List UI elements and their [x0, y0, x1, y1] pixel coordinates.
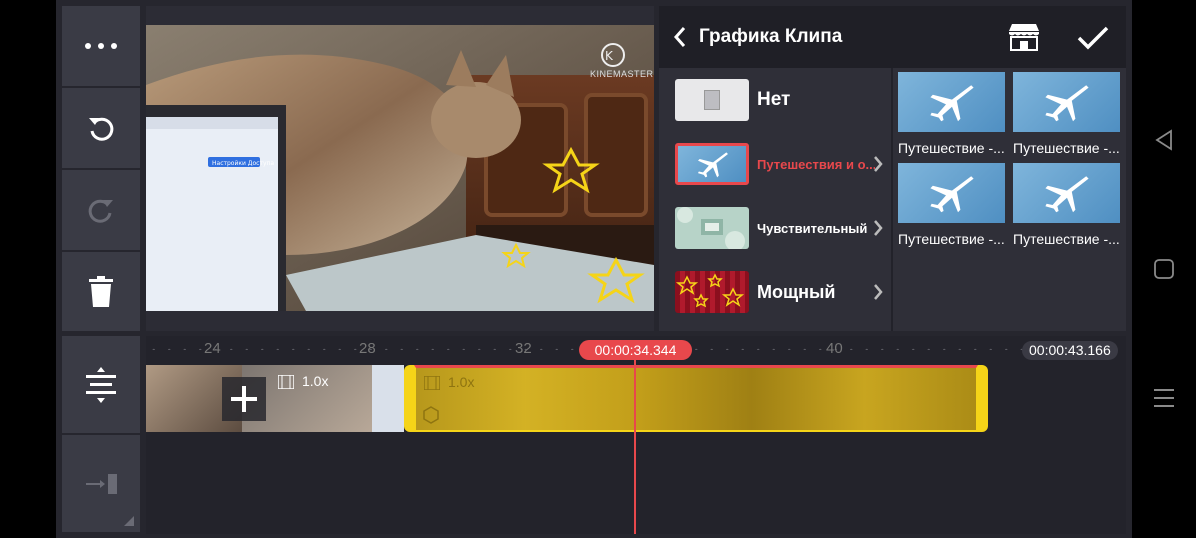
airplane-icon: [698, 152, 728, 178]
add-media-button[interactable]: [222, 377, 266, 421]
chevron-right-icon: [874, 220, 883, 236]
redo-button[interactable]: [62, 170, 140, 250]
film-icon: [278, 375, 294, 389]
panel-divider: [891, 68, 893, 331]
category-travel[interactable]: Путешествия и о...: [659, 132, 891, 196]
undo-button[interactable]: [62, 88, 140, 168]
film-icon: [424, 376, 440, 390]
screen-button-text: Настройки Доступа: [212, 160, 274, 167]
video-clip[interactable]: 1.0x: [146, 365, 404, 432]
selected-clip[interactable]: 1.0x: [412, 365, 978, 432]
effect-badge-icon: [423, 406, 439, 424]
chevron-right-icon: [874, 156, 883, 172]
jump-to-end-button[interactable]: [62, 435, 140, 532]
airplane-icon: [930, 176, 974, 213]
airplane-icon: [1045, 176, 1089, 213]
category-none[interactable]: Нет: [659, 68, 891, 132]
graphic-item-label: Путешествие -...: [898, 231, 1005, 247]
graphic-item-label: Путешествие -...: [1013, 231, 1120, 247]
plus-icon: [231, 386, 257, 412]
playhead-line[interactable]: [634, 358, 636, 534]
clip-speed: 1.0x: [448, 374, 475, 390]
clip-speed: 1.0x: [302, 373, 329, 389]
app-window: Настройки Доступа K KINEMASTER Графика К…: [56, 0, 1132, 538]
total-time-badge: 00:00:43.166: [1022, 341, 1118, 360]
category-label: Мощный: [757, 281, 836, 302]
ruler-mark: 40: [826, 340, 843, 357]
airplane-icon: [1045, 85, 1089, 122]
category-none-thumb: [675, 79, 749, 121]
graphic-item-thumb[interactable]: [1013, 72, 1120, 132]
redo-icon: [88, 199, 113, 223]
category-travel-thumb: [675, 143, 749, 185]
clip-graphics-panel: Графика Клипа Нет Путешествия и о... Чув…: [659, 6, 1126, 331]
graphic-item-thumb[interactable]: [898, 72, 1005, 132]
category-list: Нет Путешествия и о... Чувствительный Мо…: [659, 68, 891, 331]
kinemaster-watermark: KINEMASTER: [590, 69, 654, 79]
playhead-time: 00:00:34.344: [579, 340, 692, 360]
chevron-right-icon: [874, 284, 883, 300]
panel-title: Графика Клипа: [699, 26, 843, 47]
confirm-icon[interactable]: [1077, 26, 1109, 50]
system-navbar: [1132, 0, 1196, 538]
store-icon[interactable]: [1007, 23, 1041, 51]
category-sensitive[interactable]: Чувствительный: [659, 196, 891, 260]
ruler-mark: 28: [359, 340, 376, 357]
expand-timeline-button[interactable]: [62, 336, 140, 433]
back-icon[interactable]: [673, 26, 687, 48]
preview-scene: Настройки Доступа K: [146, 25, 654, 311]
category-powerful-thumb: [675, 271, 749, 313]
more-icon: [85, 43, 117, 49]
category-label: Путешествия и о...: [757, 156, 875, 172]
undo-icon: [89, 117, 114, 141]
airplane-icon: [930, 85, 974, 122]
category-label: Нет: [757, 89, 791, 110]
svg-text:K: K: [605, 49, 614, 63]
menu-nav-icon[interactable]: [1154, 387, 1174, 409]
category-label: Чувствительный: [757, 220, 868, 236]
corner-indicator-icon: [124, 516, 134, 526]
home-nav-icon[interactable]: [1154, 259, 1174, 279]
trash-icon: [89, 275, 113, 307]
delete-button[interactable]: [62, 252, 140, 331]
graphic-item-thumb[interactable]: [1013, 163, 1120, 223]
ruler-mark: 32: [515, 340, 532, 357]
ruler-mark: 24: [204, 340, 221, 357]
clip-trim-handle-left[interactable]: [404, 365, 416, 432]
preview-frame: Настройки Доступа K KINEMASTER: [146, 25, 654, 311]
category-powerful[interactable]: Мощный: [659, 260, 891, 324]
more-button[interactable]: [62, 6, 140, 86]
graphic-item-thumb[interactable]: [898, 163, 1005, 223]
graphic-item-label: Путешествие -...: [898, 140, 1005, 156]
jump-to-end-icon: [86, 473, 117, 494]
category-sensitive-thumb: [675, 207, 749, 249]
timeline[interactable]: 24 28 32 40 00:00:43.166 1.0x 1.0x 00:00…: [146, 336, 1126, 534]
expand-timeline-icon: [86, 366, 116, 403]
back-nav-icon[interactable]: [1153, 129, 1175, 151]
graphic-item-label: Путешествие -...: [1013, 140, 1120, 156]
clip-trim-handle-right[interactable]: [976, 365, 988, 432]
panel-header: Графика Клипа: [659, 6, 1126, 68]
video-preview[interactable]: Настройки Доступа K KINEMASTER: [146, 6, 654, 331]
